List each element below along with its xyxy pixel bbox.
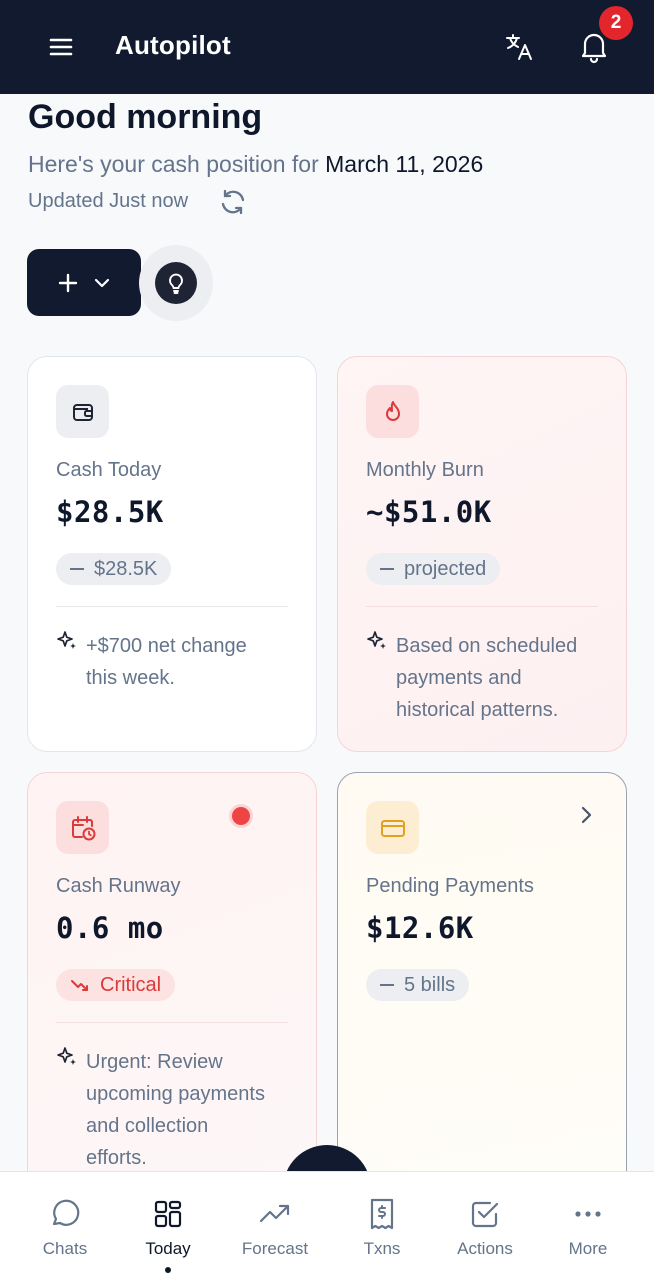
insights-button[interactable] bbox=[155, 262, 197, 304]
sparkle-icon bbox=[57, 1047, 76, 1065]
card-value: $28.5K bbox=[56, 495, 164, 529]
nav-label: Actions bbox=[457, 1239, 513, 1258]
divider bbox=[56, 1022, 288, 1023]
checkbox-icon bbox=[471, 1201, 499, 1228]
bottom-navigation: Chats Today Forecast Txns Actions More bbox=[0, 1171, 654, 1280]
subtitle-prefix: Here's your cash position for bbox=[28, 151, 326, 177]
card-value: 0.6 mo bbox=[56, 911, 164, 945]
cash-position-subtitle: Here's your cash position for March 11, … bbox=[28, 151, 483, 178]
insight-text: Urgent: Review upcoming payments and col… bbox=[86, 1046, 265, 1174]
minus-icon bbox=[70, 568, 84, 570]
chat-icon bbox=[52, 1199, 80, 1226]
nav-actions[interactable]: Actions bbox=[435, 1172, 535, 1280]
nav-label: Today bbox=[145, 1239, 191, 1258]
calendar-clock-icon bbox=[71, 815, 95, 840]
menu-icon[interactable] bbox=[44, 30, 78, 64]
insight-line: this week. bbox=[86, 667, 175, 689]
nav-label: Forecast bbox=[241, 1239, 309, 1258]
flame-icon bbox=[385, 400, 400, 421]
insight-line: and collection bbox=[86, 1115, 209, 1137]
card-label: Monthly Burn bbox=[366, 459, 484, 481]
refresh-icon[interactable] bbox=[218, 187, 248, 217]
add-menu-button[interactable] bbox=[27, 249, 141, 316]
monthly-burn-card[interactable]: Monthly Burn ~$51.0K projected Based on … bbox=[337, 356, 627, 752]
flame-icon-box bbox=[366, 385, 419, 438]
chevron-right-icon[interactable] bbox=[574, 803, 598, 827]
grid-icon bbox=[154, 1200, 182, 1228]
top-app-bar: Autopilot 2 bbox=[0, 0, 654, 94]
minus-icon bbox=[380, 568, 394, 570]
page-title: Good morning bbox=[28, 98, 263, 136]
insight-text: Based on scheduled payments and historic… bbox=[396, 630, 577, 726]
translate-icon[interactable] bbox=[502, 30, 536, 64]
card-label: Cash Runway bbox=[56, 875, 181, 897]
insights-button-wrap bbox=[139, 245, 213, 321]
card-label: Pending Payments bbox=[366, 875, 534, 897]
nav-txns[interactable]: Txns bbox=[332, 1172, 432, 1280]
minus-icon bbox=[380, 984, 394, 986]
card-value: $12.6K bbox=[366, 911, 474, 945]
app-title: Autopilot bbox=[115, 30, 231, 60]
critical-pill: Critical bbox=[56, 969, 176, 1001]
change-pill: $28.5K bbox=[56, 553, 172, 585]
wallet-icon bbox=[72, 403, 93, 421]
insight-line: +$700 net change bbox=[86, 635, 247, 657]
pill-text: $28.5K bbox=[94, 557, 158, 580]
projected-pill: projected bbox=[366, 553, 501, 585]
card-value: ~$51.0K bbox=[366, 495, 492, 529]
chevron-down-icon bbox=[94, 278, 110, 287]
insight-line: historical patterns. bbox=[396, 699, 559, 721]
nav-label: Chats bbox=[42, 1239, 88, 1258]
pill-text: 5 bills bbox=[404, 973, 456, 996]
more-icon bbox=[575, 1211, 601, 1217]
divider bbox=[56, 606, 288, 607]
bills-pill: 5 bills bbox=[366, 969, 470, 1001]
receipt-icon bbox=[370, 1198, 394, 1230]
nav-chats[interactable]: Chats bbox=[15, 1172, 115, 1280]
nav-more[interactable]: More bbox=[538, 1172, 638, 1280]
sparkle-icon bbox=[57, 631, 76, 649]
card-label: Cash Today bbox=[56, 459, 162, 481]
credit-card-icon-box bbox=[366, 801, 419, 854]
cash-runway-card[interactable]: Cash Runway 0.6 mo Critical Urgent: Revi… bbox=[27, 772, 317, 1202]
nav-today[interactable]: Today bbox=[118, 1172, 218, 1280]
alert-indicator bbox=[232, 807, 250, 825]
notification-badge[interactable]: 2 bbox=[599, 6, 633, 40]
nav-label: More bbox=[568, 1239, 608, 1258]
updated-status: Updated Just now bbox=[28, 190, 189, 212]
nav-label: Txns bbox=[363, 1239, 401, 1258]
sparkle-icon bbox=[367, 631, 386, 649]
divider bbox=[366, 606, 598, 607]
pending-payments-card[interactable]: Pending Payments $12.6K 5 bills bbox=[337, 772, 627, 1202]
wallet-icon-box bbox=[56, 385, 109, 438]
trend-down-icon bbox=[71, 980, 88, 991]
lightbulb-icon bbox=[169, 273, 183, 294]
subtitle-date: March 11, 2026 bbox=[325, 151, 484, 177]
cash-today-card[interactable]: Cash Today $28.5K $28.5K +$700 net chang… bbox=[27, 356, 317, 752]
insight-text: +$700 net change this week. bbox=[86, 630, 247, 694]
trend-up-icon bbox=[259, 1204, 290, 1223]
plus-icon bbox=[58, 273, 78, 292]
credit-card-icon bbox=[380, 819, 405, 837]
active-indicator bbox=[165, 1267, 171, 1273]
insight-line: payments and bbox=[396, 667, 522, 689]
insight-line: upcoming payments bbox=[86, 1083, 265, 1105]
insight-line: Based on scheduled bbox=[396, 635, 578, 657]
insight-line: efforts. bbox=[86, 1147, 147, 1169]
insight-line: Urgent: Review bbox=[86, 1051, 223, 1073]
nav-forecast[interactable]: Forecast bbox=[225, 1172, 325, 1280]
calendar-icon-box bbox=[56, 801, 109, 854]
pill-text: Critical bbox=[100, 973, 162, 996]
pill-text: projected bbox=[404, 557, 487, 580]
